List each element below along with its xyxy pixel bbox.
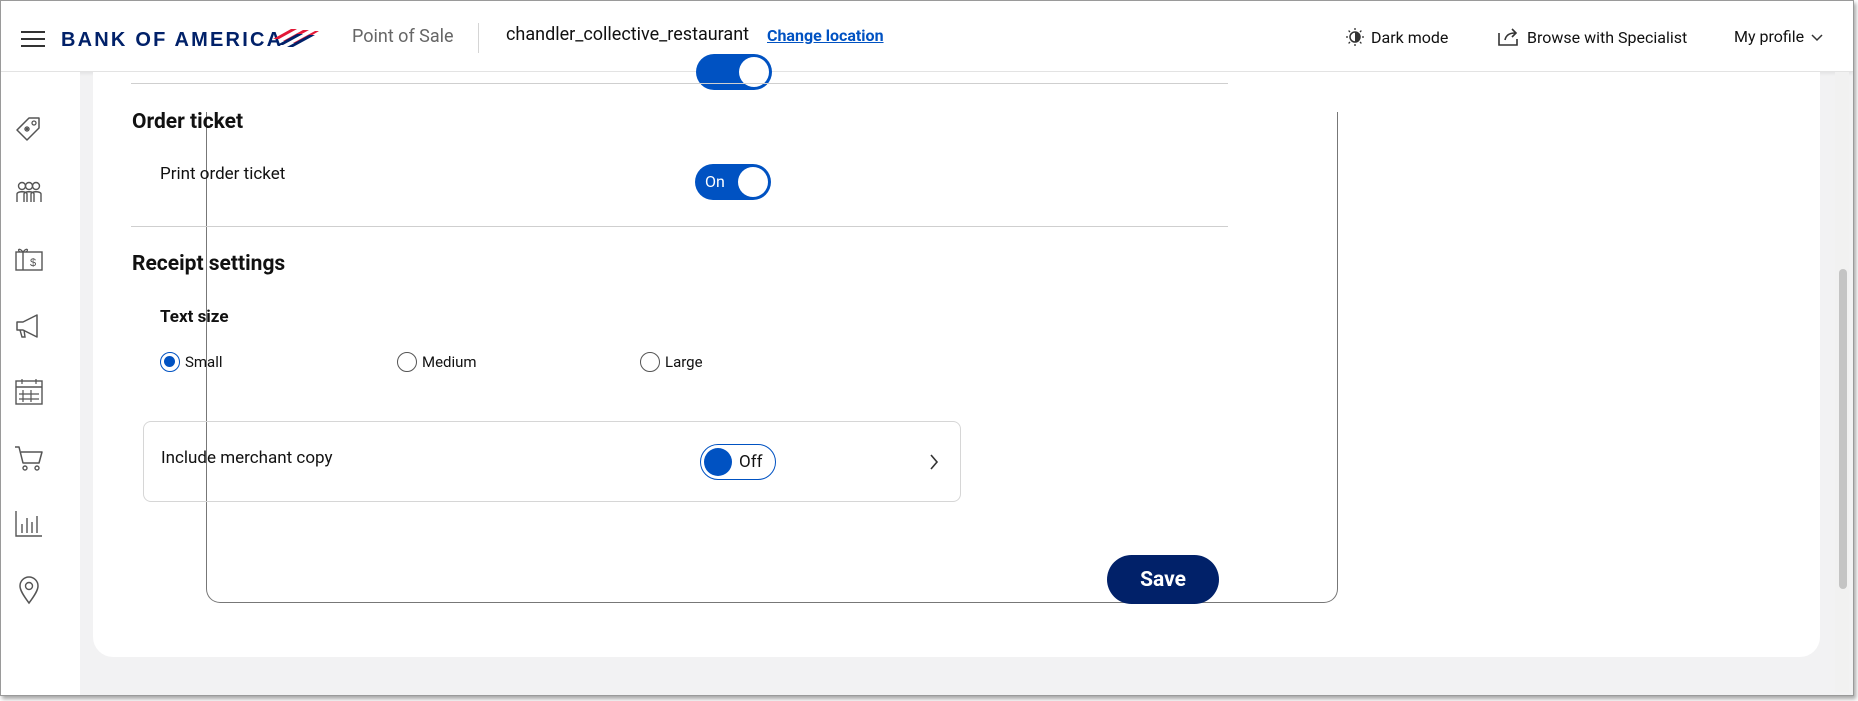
include-merchant-copy-row[interactable]: Include merchant copy Off	[143, 421, 961, 502]
radio-circle-selected	[160, 352, 180, 372]
print-order-ticket-label: Print order ticket	[160, 164, 286, 184]
radio-text-size-large[interactable]: Large	[640, 352, 703, 372]
merchant-copy-label: Include merchant copy	[161, 448, 333, 468]
location-pin-icon[interactable]	[13, 574, 45, 606]
browse-specialist-label: Browse with Specialist	[1527, 27, 1688, 47]
dark-mode-label: Dark mode	[1371, 27, 1449, 47]
text-size-label: Text size	[160, 307, 229, 327]
brand-logo-text: BANK OF AMERICA	[61, 29, 284, 51]
receipt-settings-title: Receipt settings	[132, 252, 286, 276]
divider	[131, 83, 1228, 84]
chevron-down-icon	[1811, 33, 1823, 41]
calendar-icon[interactable]	[13, 376, 45, 408]
radio-text-size-medium[interactable]: Medium	[397, 352, 477, 372]
radio-text-size-small[interactable]: Small	[160, 352, 223, 372]
share-screen-icon	[1498, 28, 1518, 46]
my-profile-menu[interactable]: My profile	[1734, 27, 1824, 46]
brightness-icon	[1346, 28, 1364, 46]
change-location-link[interactable]: Change location	[767, 26, 884, 45]
divider	[131, 226, 1228, 227]
customers-icon[interactable]	[13, 178, 45, 210]
radio-circle	[397, 352, 417, 372]
header-divider	[478, 23, 479, 53]
chevron-right-icon	[930, 454, 939, 470]
radio-circle	[640, 352, 660, 372]
menu-icon[interactable]	[21, 31, 45, 52]
cart-icon[interactable]	[13, 442, 45, 474]
main-content: Order ticket Print order ticket On Recei…	[93, 54, 1820, 657]
gift-card-icon[interactable]: $	[13, 244, 45, 276]
brand-flag-icon	[273, 29, 319, 47]
sidebar: $	[1, 72, 80, 695]
print-order-ticket-toggle[interactable]: On	[695, 164, 771, 200]
megaphone-icon[interactable]	[13, 310, 45, 342]
location-name: chandler_collective_restaurant	[506, 24, 750, 45]
radio-label-large: Large	[665, 353, 703, 371]
radio-label-small: Small	[185, 353, 223, 371]
scrolled-toggle[interactable]	[696, 54, 772, 90]
top-bar: BANK OF AMERICA Point of Sale chandler_c…	[1, 1, 1853, 72]
app-window: BANK OF AMERICA Point of Sale chandler_c…	[0, 0, 1854, 696]
browse-specialist-button[interactable]: Browse with Specialist	[1497, 27, 1687, 47]
toggle-state-label: Off	[739, 452, 763, 472]
save-button[interactable]: Save	[1107, 555, 1219, 604]
dark-mode-button[interactable]: Dark mode	[1345, 27, 1448, 47]
radio-label-medium: Medium	[422, 353, 477, 371]
tag-icon[interactable]	[13, 112, 45, 144]
settings-panel	[206, 112, 1338, 603]
app-name: Point of Sale	[352, 26, 454, 47]
merchant-copy-toggle[interactable]: Off	[700, 444, 776, 480]
svg-text:$: $	[30, 257, 36, 269]
scrollbar-thumb[interactable]	[1839, 269, 1847, 589]
order-ticket-title: Order ticket	[132, 110, 244, 134]
toggle-state-label: On	[705, 172, 725, 191]
bar-chart-icon[interactable]	[13, 508, 45, 540]
my-profile-label: My profile	[1734, 27, 1805, 46]
